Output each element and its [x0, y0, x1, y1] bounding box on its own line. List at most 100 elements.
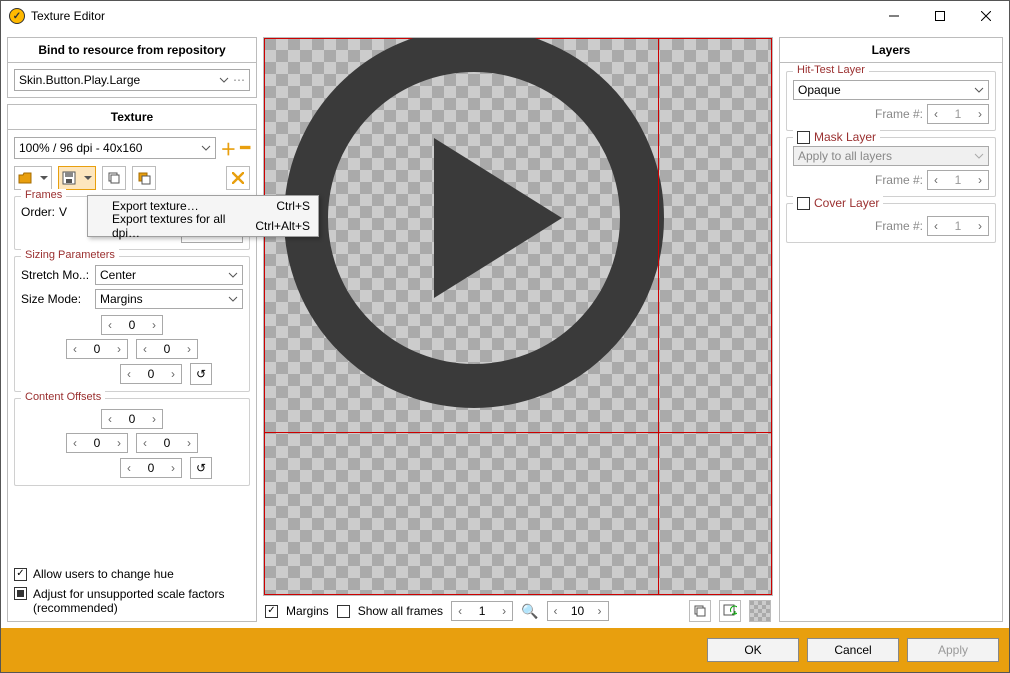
bind-body: Skin.Button.Play.Large ⋯ [7, 63, 257, 98]
showall-checkbox[interactable] [337, 605, 350, 618]
right-column: Layers Hit-Test Layer Opaque Frame #: ‹1… [779, 37, 1003, 622]
paste-button[interactable] [132, 166, 156, 190]
minimize-button[interactable] [871, 1, 917, 31]
offset-top-row: ‹0› [21, 409, 243, 429]
ok-button[interactable]: OK [707, 638, 799, 662]
stretch-row: Stretch Mo..: Center [21, 265, 243, 285]
stretch-value: Center [100, 268, 136, 282]
offsets-reset[interactable]: ↺ [190, 457, 212, 479]
export-context-menu: Export texture… Ctrl+S Export textures f… [87, 195, 319, 237]
offsets-fieldset: Content Offsets ‹0› ‹0› ‹0› ‹0› ↺ [14, 398, 250, 486]
play-large-icon [274, 37, 674, 418]
center-column: Margins Show all frames ‹1› 🔍 ‹10› [263, 37, 773, 622]
clear-button[interactable] [226, 166, 250, 190]
hue-checkbox[interactable] [14, 568, 27, 581]
cover-checkbox[interactable] [797, 197, 810, 210]
hue-option-row[interactable]: Allow users to change hue [14, 567, 250, 581]
export-button[interactable] [58, 166, 96, 190]
cover-legend: Cover Layer [814, 196, 879, 210]
hittest-legend: Hit-Test Layer [793, 64, 869, 76]
cover-legend-wrap: Cover Layer [793, 196, 883, 210]
add-dpi-button[interactable]: ＋ [220, 136, 236, 160]
margins-label: Margins [286, 604, 329, 618]
offset-lr-row: ‹0› ‹0› [21, 433, 243, 453]
mask-frame: ‹1› [927, 170, 989, 190]
cover-fieldset: Cover Layer Frame #: ‹1› [786, 203, 996, 243]
order-label: Order: [21, 205, 55, 219]
footer: OK Cancel Apply [1, 628, 1009, 672]
cover-frame-row: Frame #: ‹1› [793, 216, 989, 236]
offsets-legend: Content Offsets [21, 391, 105, 403]
margin-lr-row: ‹0› ‹0› [21, 339, 243, 359]
toolbar [14, 166, 250, 190]
cancel-button[interactable]: Cancel [807, 638, 899, 662]
hittest-frame-label: Frame #: [875, 107, 923, 121]
mask-checkbox[interactable] [797, 131, 810, 144]
sizemode-row: Size Mode: Margins [21, 289, 243, 309]
layers-body: Hit-Test Layer Opaque Frame #: ‹1› Mask … [779, 63, 1003, 622]
frames-legend: Frames [21, 189, 66, 201]
margins-reset[interactable]: ↺ [190, 363, 212, 385]
margin-right[interactable]: ‹0› [136, 339, 198, 359]
mask-fieldset: Mask Layer Apply to all layers Frame #: … [786, 137, 996, 197]
hittest-frame-row: Frame #: ‹1› [793, 104, 989, 124]
cover-frame: ‹1› [927, 216, 989, 236]
copy-button[interactable] [102, 166, 126, 190]
open-button[interactable] [14, 166, 52, 190]
scale-option-row[interactable]: Adjust for unsupported scale factors (re… [14, 587, 250, 615]
app-icon [9, 8, 25, 24]
mask-frame-label: Frame #: [875, 173, 923, 187]
bind-resource-combo[interactable]: Skin.Button.Play.Large ⋯ [14, 69, 250, 91]
remove-dpi-button[interactable]: ━ [240, 138, 250, 158]
hittest-frame: ‹1› [927, 104, 989, 124]
menu-export-all-dpi-label: Export textures for all dpi… [112, 212, 255, 240]
sizemode-combo[interactable]: Margins [95, 289, 243, 309]
window-controls [871, 1, 1009, 31]
scale-label: Adjust for unsupported scale factors (re… [33, 587, 250, 615]
showall-label: Show all frames [358, 604, 443, 618]
close-button[interactable] [963, 1, 1009, 31]
hittest-fieldset: Hit-Test Layer Opaque Frame #: ‹1› [786, 71, 996, 131]
sizing-legend: Sizing Parameters [21, 249, 119, 261]
frame-nav[interactable]: ‹1› [451, 601, 513, 621]
margins-checkbox[interactable] [265, 605, 278, 618]
margin-top[interactable]: ‹0› [101, 315, 163, 335]
offset-right[interactable]: ‹0› [136, 433, 198, 453]
menu-export-all-dpi[interactable]: Export textures for all dpi… Ctrl+Alt+S [88, 216, 318, 236]
titlebar: Texture Editor [1, 1, 1009, 31]
hittest-value: Opaque [798, 83, 841, 97]
menu-export-all-dpi-shortcut: Ctrl+Alt+S [255, 219, 310, 233]
sizemode-value: Margins [100, 292, 143, 306]
transparency-button[interactable] [749, 600, 771, 622]
stretch-combo[interactable]: Center [95, 265, 243, 285]
margin-left[interactable]: ‹0› [66, 339, 128, 359]
texture-canvas[interactable] [263, 37, 773, 596]
guide-horizontal[interactable] [264, 432, 772, 433]
margin-bottom-row: ‹0› ↺ [21, 363, 243, 385]
copy-image-button[interactable] [689, 600, 711, 622]
bind-resource-value: Skin.Button.Play.Large [19, 73, 140, 87]
canvas-bottom-bar: Margins Show all frames ‹1› 🔍 ‹10› [263, 596, 773, 622]
sizemode-label: Size Mode: [21, 292, 91, 306]
maximize-button[interactable] [917, 1, 963, 31]
layers-header: Layers [779, 37, 1003, 63]
mask-legend: Mask Layer [814, 130, 876, 144]
magnify-icon[interactable]: 🔍 [521, 603, 538, 620]
offset-top[interactable]: ‹0› [101, 409, 163, 429]
offset-left[interactable]: ‹0› [66, 433, 128, 453]
texture-header: Texture [7, 104, 257, 130]
zoom-combo[interactable]: 100% / 96 dpi - 40x160 [14, 137, 216, 159]
margin-bottom[interactable]: ‹0› [120, 364, 182, 384]
mask-frame-row: Frame #: ‹1› [793, 170, 989, 190]
refresh-image-button[interactable] [719, 600, 741, 622]
cover-frame-label: Frame #: [875, 219, 923, 233]
guide-vertical[interactable] [658, 38, 659, 595]
left-column: Bind to resource from repository Skin.Bu… [7, 37, 257, 622]
mask-value: Apply to all layers [798, 149, 892, 163]
hue-label: Allow users to change hue [33, 567, 174, 581]
offset-bottom[interactable]: ‹0› [120, 458, 182, 478]
scale-checkbox[interactable] [14, 587, 27, 600]
zoom-nav[interactable]: ‹10› [547, 601, 609, 621]
offset-bottom-row: ‹0› ↺ [21, 457, 243, 479]
hittest-combo[interactable]: Opaque [793, 80, 989, 100]
